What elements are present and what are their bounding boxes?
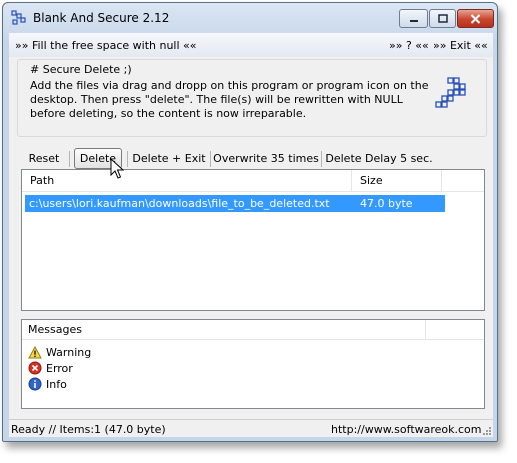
file-list-header: Path Size (22, 170, 484, 192)
messages-header: Messages (22, 320, 484, 340)
list-item: Warning (28, 344, 91, 360)
status-bar: Ready // Items:1 (47.0 byte) http://www.… (9, 419, 493, 437)
menu-bar: »» Fill the free space with null «« »» ?… (9, 33, 493, 57)
maximize-button[interactable] (429, 9, 456, 28)
list-item: Info (28, 376, 67, 392)
info-panel: # Secure Delete ;) Add the files via dra… (17, 59, 487, 137)
error-icon (28, 361, 42, 375)
minimize-button[interactable] (399, 9, 428, 28)
menu-exit[interactable]: »» Exit «« (433, 39, 488, 52)
menu-fill-free-space[interactable]: »» Fill the free space with null «« (15, 39, 197, 52)
delete-delay-button[interactable]: Delete Delay 5 sec. (324, 148, 434, 169)
messages-panel[interactable]: Messages Warning Error Info (21, 319, 485, 409)
warning-icon (28, 345, 42, 358)
close-button[interactable] (457, 9, 494, 28)
toolbar-separator (127, 151, 128, 167)
toolbar: Reset Delete Delete + Exit Overwrite 35 … (9, 145, 493, 171)
message-warning-label: Warning (46, 345, 92, 359)
toolbar-separator (69, 151, 70, 167)
info-icon (28, 377, 42, 391)
info-text: Add the files via drag and dropp on this… (30, 79, 429, 120)
status-website: http://www.softwareok.com (331, 423, 482, 436)
window-title: Blank And Secure 2.12 (33, 11, 170, 25)
toolbar-separator (210, 151, 211, 167)
row-size: 47.0 byte (360, 197, 413, 210)
status-items: Ready // Items:1 (47.0 byte) (11, 423, 166, 436)
message-info-label: Info (46, 377, 67, 391)
column-size[interactable]: Size (352, 170, 442, 192)
minimize-icon (409, 19, 418, 22)
column-path[interactable]: Path (22, 170, 352, 192)
maximize-icon (437, 14, 448, 23)
resize-grip-icon[interactable] (481, 425, 491, 435)
title-bar[interactable]: Blank And Secure 2.12 (3, 3, 497, 33)
message-error-label: Error (46, 361, 73, 375)
close-icon (470, 13, 481, 24)
list-item: Error (28, 360, 73, 376)
table-row[interactable]: c:\users\lori.kaufman\downloads\file_to_… (25, 195, 445, 212)
app-window: Blank And Secure 2.12 »» Fill the free s… (2, 2, 498, 442)
menu-help[interactable]: »» ? «« (389, 39, 429, 52)
reset-button[interactable]: Reset (21, 148, 67, 169)
app-icon (11, 10, 26, 25)
file-list[interactable]: Path Size c:\users\lori.kaufman\download… (21, 169, 485, 311)
client-area: »» Fill the free space with null «« »» ?… (9, 33, 493, 437)
messages-column[interactable]: Messages (22, 320, 426, 340)
overwrite-button[interactable]: Overwrite 35 times (213, 148, 319, 169)
mouse-pointer-icon (110, 158, 124, 179)
toolbar-separator (321, 151, 322, 167)
secure-delete-logo-icon (435, 77, 466, 108)
row-path: c:\users\lori.kaufman\downloads\file_to_… (29, 197, 330, 210)
info-title: # Secure Delete ;) (30, 63, 132, 76)
delete-exit-button[interactable]: Delete + Exit (131, 148, 207, 169)
